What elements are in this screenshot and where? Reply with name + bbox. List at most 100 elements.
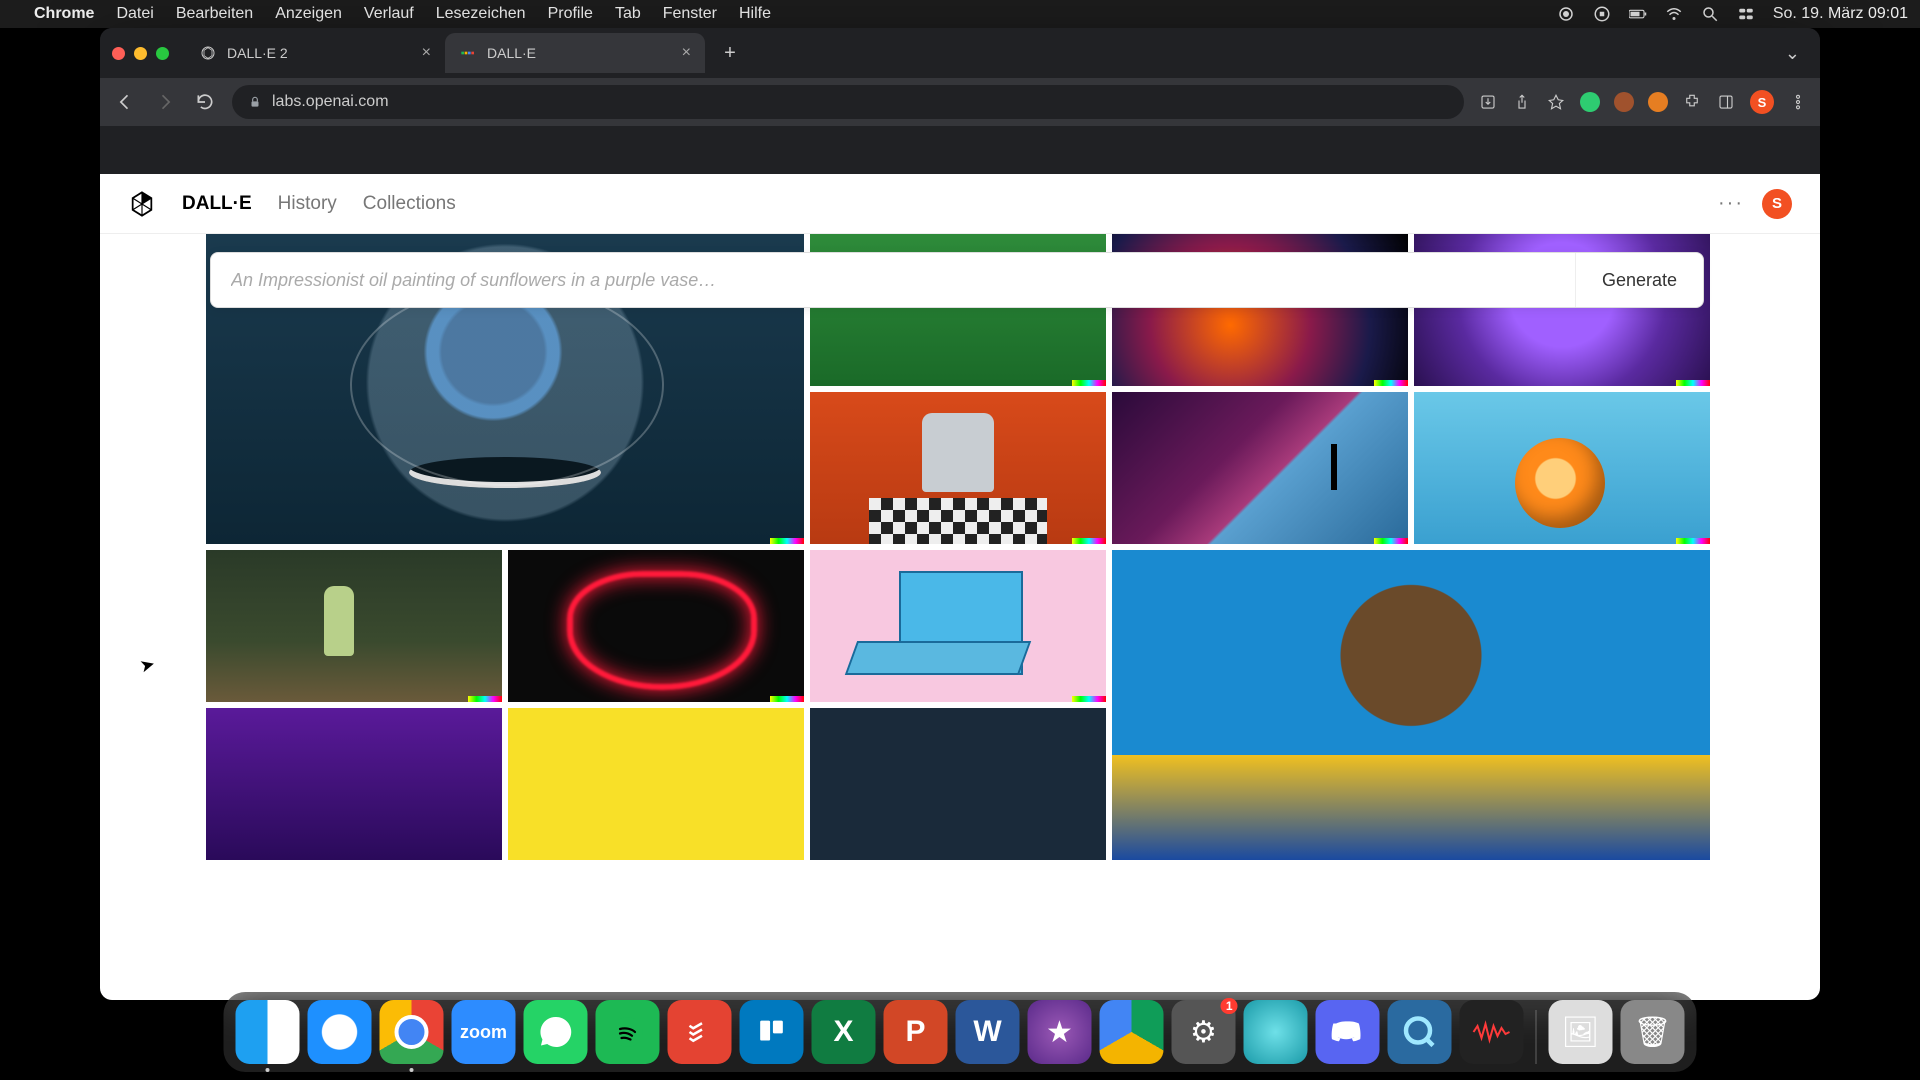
- dalle-watermark-icon: [1374, 538, 1408, 544]
- menu-profile[interactable]: Profile: [548, 5, 593, 23]
- prompt-bar: Generate: [210, 252, 1704, 308]
- dock-quicktime[interactable]: [1388, 1000, 1452, 1064]
- gallery-tile-small-dark[interactable]: [810, 708, 1106, 860]
- dock-excel[interactable]: X: [812, 1000, 876, 1064]
- dalle-watermark-icon: [1676, 538, 1710, 544]
- dock-finder[interactable]: [236, 1000, 300, 1064]
- page-content: DALL·E History Collections ··· S Generat…: [100, 174, 1820, 1000]
- gallery-tile-astronaut[interactable]: [206, 550, 502, 702]
- tab-bar: DALL·E 2 × DALL·E × + ⌄: [100, 28, 1820, 78]
- new-tab-button[interactable]: +: [715, 42, 745, 65]
- dock-preview[interactable]: 🖼: [1549, 1000, 1613, 1064]
- gallery-tile-retro-computer[interactable]: [810, 550, 1106, 702]
- gallery-tile-small-purple[interactable]: [206, 708, 502, 860]
- battery-icon[interactable]: [1629, 5, 1647, 23]
- dock-trash[interactable]: 🗑: [1621, 1000, 1685, 1064]
- dock-powerpoint[interactable]: P: [884, 1000, 948, 1064]
- window-minimize-button[interactable]: [134, 47, 147, 60]
- dock-whatsapp[interactable]: [524, 1000, 588, 1064]
- dock-discord[interactable]: [1316, 1000, 1380, 1064]
- tab-close-icon[interactable]: ×: [422, 44, 431, 62]
- nav-history[interactable]: History: [278, 193, 337, 215]
- record-icon[interactable]: [1557, 5, 1575, 23]
- dock-voice-memos[interactable]: [1460, 1000, 1524, 1064]
- dock-chrome[interactable]: [380, 1000, 444, 1064]
- dock-app-teal[interactable]: [1244, 1000, 1308, 1064]
- menu-lesezeichen[interactable]: Lesezeichen: [436, 5, 526, 23]
- menu-bearbeiten[interactable]: Bearbeiten: [176, 5, 253, 23]
- address-bar: labs.openai.com S: [100, 78, 1820, 126]
- tab-title: DALL·E 2: [227, 45, 288, 61]
- tab-dalle[interactable]: DALL·E ×: [445, 33, 705, 73]
- dock-badge: 1: [1221, 998, 1238, 1014]
- dalle-watermark-icon: [1374, 380, 1408, 386]
- lock-icon: [248, 95, 262, 109]
- tab-title: DALL·E: [487, 45, 536, 61]
- generate-button[interactable]: Generate: [1575, 253, 1703, 307]
- gallery-tile-robot-chess[interactable]: [810, 392, 1106, 544]
- menu-anzeigen[interactable]: Anzeigen: [275, 5, 342, 23]
- more-menu-button[interactable]: ···: [1718, 192, 1744, 215]
- menu-datei[interactable]: Datei: [116, 5, 153, 23]
- stop-icon[interactable]: [1593, 5, 1611, 23]
- dock-system-settings[interactable]: ⚙1: [1172, 1000, 1236, 1064]
- tab-close-icon[interactable]: ×: [682, 44, 691, 62]
- menu-tab[interactable]: Tab: [615, 5, 641, 23]
- chrome-menu-icon[interactable]: [1788, 92, 1808, 112]
- reload-button[interactable]: [192, 89, 218, 115]
- dock-todoist[interactable]: [668, 1000, 732, 1064]
- gallery-tile-orange[interactable]: [1414, 392, 1710, 544]
- dock-separator: [1536, 1010, 1537, 1064]
- app-header: DALL·E History Collections ··· S: [100, 174, 1820, 234]
- dock-trello[interactable]: [740, 1000, 804, 1064]
- user-avatar[interactable]: S: [1762, 189, 1792, 219]
- dock-zoom[interactable]: zoom: [452, 1000, 516, 1064]
- prompt-input[interactable]: [211, 270, 1575, 291]
- tabs-dropdown-icon[interactable]: ⌄: [1785, 43, 1808, 64]
- back-button[interactable]: [112, 89, 138, 115]
- extension-orange-icon[interactable]: [1648, 92, 1668, 112]
- window-maximize-button[interactable]: [156, 47, 169, 60]
- dock-google-drive[interactable]: [1100, 1000, 1164, 1064]
- profile-avatar[interactable]: S: [1750, 90, 1774, 114]
- forward-button[interactable]: [152, 89, 178, 115]
- dalle-watermark-icon: [1676, 854, 1710, 860]
- nav-dalle[interactable]: DALL·E: [182, 193, 252, 215]
- nav-collections[interactable]: Collections: [363, 193, 456, 215]
- dock-safari[interactable]: [308, 1000, 372, 1064]
- extension-brown-icon[interactable]: [1614, 92, 1634, 112]
- tab-dalle2[interactable]: DALL·E 2 ×: [185, 33, 445, 73]
- macos-menubar: Chrome Datei Bearbeiten Anzeigen Verlauf…: [0, 0, 1920, 28]
- install-icon[interactable]: [1478, 92, 1498, 112]
- extensions-puzzle-icon[interactable]: [1682, 92, 1702, 112]
- share-icon[interactable]: [1512, 92, 1532, 112]
- openai-favicon-icon: [199, 44, 217, 62]
- control-center-icon[interactable]: [1737, 5, 1755, 23]
- menubar-app-name[interactable]: Chrome: [34, 5, 94, 23]
- dalle-watermark-icon: [1072, 538, 1106, 544]
- gallery-tile-silhouette-dunes[interactable]: [1112, 392, 1408, 544]
- gallery-tile-neon-face[interactable]: [508, 550, 804, 702]
- bookmark-star-icon[interactable]: [1546, 92, 1566, 112]
- url-field[interactable]: labs.openai.com: [232, 85, 1464, 119]
- window-close-button[interactable]: [112, 47, 125, 60]
- menubar-datetime[interactable]: So. 19. März 09:01: [1773, 5, 1908, 23]
- dalle-watermark-icon: [1676, 380, 1710, 386]
- wifi-icon[interactable]: [1665, 5, 1683, 23]
- sidepanel-icon[interactable]: [1716, 92, 1736, 112]
- menu-hilfe[interactable]: Hilfe: [739, 5, 771, 23]
- macos-dock: zoom X P W ★ ⚙1 🖼 🗑: [224, 992, 1697, 1072]
- openai-logo-icon[interactable]: [128, 190, 156, 218]
- menu-fenster[interactable]: Fenster: [663, 5, 717, 23]
- gallery-tile-portrait[interactable]: [1112, 550, 1710, 860]
- extension-green-icon[interactable]: [1580, 92, 1600, 112]
- search-icon[interactable]: [1701, 5, 1719, 23]
- gallery-tile-small-yellow[interactable]: [508, 708, 804, 860]
- image-gallery: [206, 234, 1710, 1000]
- dalle-watermark-icon: [770, 538, 804, 544]
- dock-word[interactable]: W: [956, 1000, 1020, 1064]
- dock-spotify[interactable]: [596, 1000, 660, 1064]
- menu-verlauf[interactable]: Verlauf: [364, 5, 414, 23]
- dock-imovie[interactable]: ★: [1028, 1000, 1092, 1064]
- dalle-watermark-icon: [1072, 380, 1106, 386]
